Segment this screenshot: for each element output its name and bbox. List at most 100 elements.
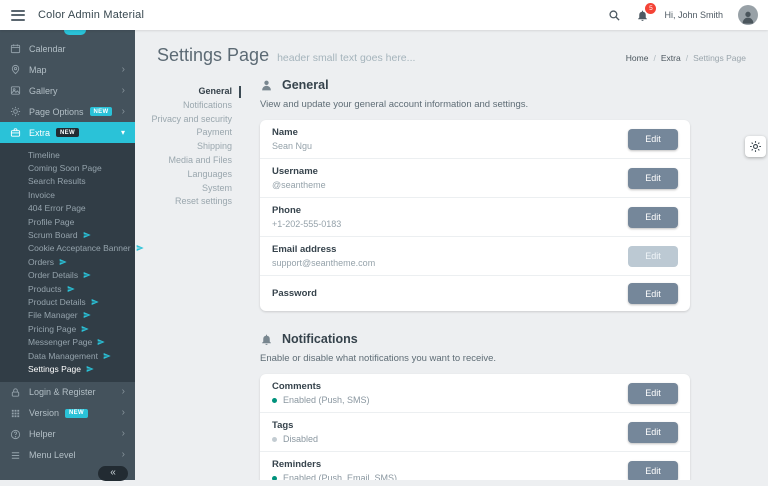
gear-icon [10, 106, 21, 117]
sidebar-item-label: Map [29, 65, 47, 75]
sidebar-item-gallery[interactable]: Gallery › [0, 80, 135, 101]
sidebar-bottom-menu: Login & Register › Version NEW › Helper … [0, 382, 135, 466]
submenu-item-order-details[interactable]: Order Details [0, 269, 135, 282]
submenu-label: Product Details [28, 297, 86, 307]
subnav-item-payment[interactable]: Payment [135, 126, 243, 140]
notification-status: Enabled (Push, Email, SMS) [283, 473, 397, 480]
submenu-label: File Manager [28, 310, 78, 320]
notification-status: Enabled (Push, SMS) [283, 395, 370, 405]
submenu-label: Order Details [28, 270, 78, 280]
submenu-item-scrum-board[interactable]: Scrum Board [0, 228, 135, 241]
subnav-item-reset[interactable]: Reset settings [135, 195, 243, 209]
submenu-item-coming-soon[interactable]: Coming Soon Page [0, 161, 135, 174]
submenu-label: Settings Page [28, 364, 81, 374]
notifications-section: Notifications Enable or disable what not… [260, 332, 690, 480]
bell-icon [260, 333, 273, 346]
submenu-item-data-management[interactable]: Data Management [0, 349, 135, 362]
new-badge: NEW [90, 107, 113, 116]
submenu-item-products[interactable]: Products [0, 282, 135, 295]
general-card: Name Sean Ngu Edit Username @seantheme E… [260, 120, 690, 311]
submenu-label: Data Management [28, 351, 98, 361]
chevron-right-icon: › [122, 387, 125, 397]
sidebar-main-menu: Calendar Map › Gallery › Page Options NE… [0, 30, 135, 143]
person-icon [260, 79, 273, 92]
sidebar-submenu-extra: Timeline Coming Soon Page Search Results… [0, 143, 135, 382]
section-title: General [282, 78, 329, 92]
submenu-item-search-results[interactable]: Search Results [0, 175, 135, 188]
sidebar-item-map[interactable]: Map › [0, 59, 135, 80]
setting-row-phone: Phone +1-202-555-0183 Edit [260, 197, 690, 236]
new-badge: NEW [56, 128, 79, 137]
theme-settings-button[interactable] [745, 136, 766, 157]
edit-name-button[interactable]: Edit [628, 129, 678, 150]
submenu-item-invoice[interactable]: Invoice [0, 188, 135, 201]
submenu-label: Products [28, 284, 62, 294]
submenu-item-product-details[interactable]: Product Details [0, 295, 135, 308]
submenu-item-orders[interactable]: Orders [0, 255, 135, 268]
notifications-bell-icon[interactable]: 5 [636, 9, 649, 22]
breadcrumb-extra[interactable]: Extra [661, 53, 681, 63]
subnav-item-notifications[interactable]: Notifications [135, 99, 243, 113]
sidebar-item-version[interactable]: Version NEW › [0, 403, 135, 424]
user-avatar[interactable] [738, 5, 758, 25]
menu-toggle-icon[interactable] [11, 7, 25, 23]
submenu-item-messenger[interactable]: Messenger Page [0, 335, 135, 348]
status-dot-enabled [272, 476, 277, 481]
sidebar-item-extra[interactable]: Extra NEW ▾ [0, 122, 135, 143]
chevron-right-icon: › [122, 450, 125, 460]
notification-label: Comments [272, 381, 628, 392]
setting-row-password: Password Edit [260, 275, 690, 311]
submenu-item-profile[interactable]: Profile Page [0, 215, 135, 228]
sidebar-item-page-options[interactable]: Page Options NEW › [0, 101, 135, 122]
chevron-right-icon: › [122, 107, 125, 117]
menu-lines-icon [10, 450, 21, 461]
submenu-label: Scrum Board [28, 230, 78, 240]
chevron-right-icon: › [122, 86, 125, 96]
send-icon [59, 258, 67, 266]
submenu-item-pricing[interactable]: Pricing Page [0, 322, 135, 335]
submenu-item-settings-page[interactable]: Settings Page [0, 362, 135, 375]
breadcrumb-home[interactable]: Home [626, 53, 649, 63]
subnav-item-shipping[interactable]: Shipping [135, 140, 243, 154]
setting-row-username: Username @seantheme Edit [260, 158, 690, 197]
briefcase-icon [10, 127, 21, 138]
subnav-item-system[interactable]: System [135, 182, 243, 196]
edit-password-button[interactable]: Edit [628, 283, 678, 304]
page-subtitle: header small text goes here... [277, 52, 415, 64]
notifications-card: Comments Enabled (Push, SMS) Edit Tags [260, 374, 690, 480]
sidebar-item-helper[interactable]: Helper › [0, 424, 135, 445]
notification-count-badge: 5 [645, 3, 656, 14]
settings-subnav: General Notifications Privacy and securi… [135, 78, 243, 480]
submenu-item-cookie-banner[interactable]: Cookie Acceptance Banner [0, 242, 135, 255]
setting-row-name: Name Sean Ngu Edit [260, 120, 690, 158]
sidebar: Calendar Map › Gallery › Page Options NE… [0, 30, 135, 480]
submenu-item-file-manager[interactable]: File Manager [0, 309, 135, 322]
send-icon [83, 271, 91, 279]
submenu-item-timeline[interactable]: Timeline [0, 148, 135, 161]
edit-comments-button[interactable]: Edit [628, 383, 678, 404]
subnav-item-general[interactable]: General [135, 85, 243, 99]
chevron-right-icon: › [122, 429, 125, 439]
sidebar-item-label: Helper [29, 429, 56, 439]
edit-tags-button[interactable]: Edit [628, 422, 678, 443]
subnav-item-media[interactable]: Media and Files [135, 154, 243, 168]
submenu-label: Profile Page [28, 217, 74, 227]
edit-username-button[interactable]: Edit [628, 168, 678, 189]
user-greeting[interactable]: Hi, John Smith [664, 10, 723, 20]
edit-phone-button[interactable]: Edit [628, 207, 678, 228]
sidebar-collapse-button[interactable]: « [98, 466, 128, 481]
chevron-right-icon: › [122, 65, 125, 75]
submenu-item-404[interactable]: 404 Error Page [0, 202, 135, 215]
subnav-item-privacy[interactable]: Privacy and security [135, 113, 243, 127]
sidebar-item-login-register[interactable]: Login & Register › [0, 382, 135, 403]
subnav-item-languages[interactable]: Languages [135, 168, 243, 182]
status-dot-disabled [272, 437, 277, 442]
sidebar-item-menu-level[interactable]: Menu Level › [0, 445, 135, 466]
setting-label: Password [272, 288, 628, 299]
submenu-label: Orders [28, 257, 54, 267]
sidebar-item-calendar[interactable]: Calendar [0, 38, 135, 59]
setting-label: Name [272, 127, 628, 138]
edit-reminders-button[interactable]: Edit [628, 461, 678, 481]
search-icon[interactable] [608, 9, 621, 22]
caret-down-icon: ▾ [121, 128, 125, 137]
